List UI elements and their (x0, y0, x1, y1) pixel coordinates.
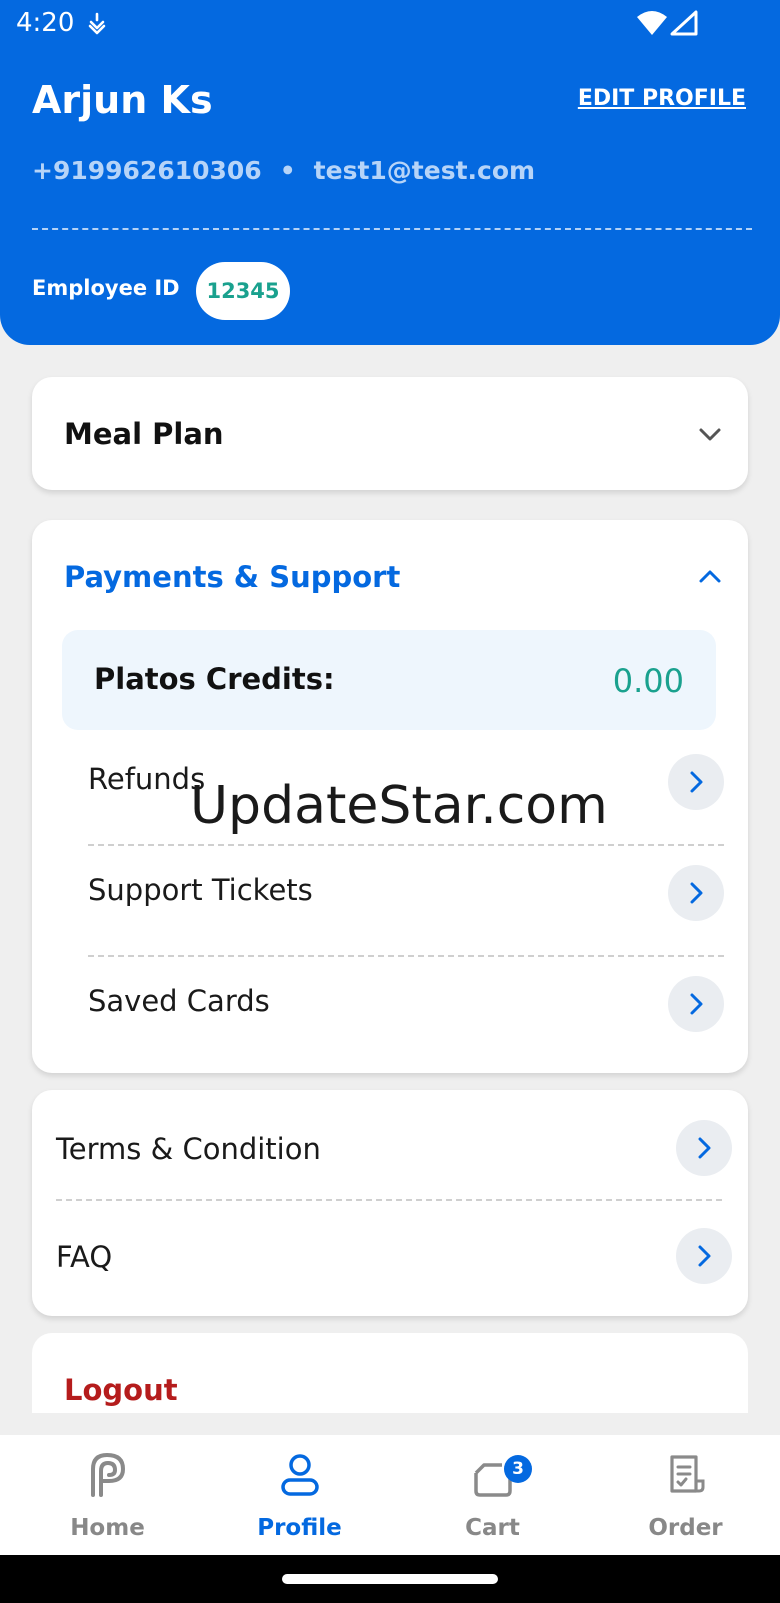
signal-icon (670, 10, 698, 36)
user-name: Arjun Ks (32, 78, 213, 122)
meal-plan-title: Meal Plan (64, 417, 224, 451)
meal-plan-card[interactable]: Meal Plan (32, 377, 748, 490)
list-item-label: Saved Cards (88, 984, 270, 1018)
row-divider (88, 844, 724, 846)
watermark: UpdateStar.com (190, 776, 608, 836)
nav-order[interactable]: Order (588, 1435, 780, 1555)
list-item-label: FAQ (56, 1240, 113, 1274)
list-item-saved-cards[interactable]: Saved Cards (88, 964, 724, 1074)
status-time: 4:20 (16, 8, 75, 38)
list-item-faq[interactable]: FAQ (56, 1208, 732, 1318)
wifi-icon (636, 10, 668, 36)
chevron-right-icon[interactable] (668, 865, 724, 921)
home-logo-icon (85, 1451, 131, 1497)
contact-info: +919962610306 • test1@test.com (32, 156, 535, 185)
chevron-right-icon[interactable] (668, 754, 724, 810)
system-navigation-bar (0, 1555, 780, 1603)
phone-number: +919962610306 (32, 156, 262, 185)
cart-count-badge: 3 (504, 1455, 532, 1483)
separator-dot: • (279, 156, 296, 185)
nav-label: Order (648, 1515, 723, 1541)
user-icon (277, 1451, 323, 1497)
list-item-label: Refunds (88, 762, 206, 796)
platos-credits-box: Platos Credits: 0.00 (62, 630, 716, 730)
row-divider (88, 955, 724, 957)
credits-label: Platos Credits: (94, 662, 335, 696)
row-divider (56, 1199, 722, 1201)
employee-id-label: Employee ID (32, 276, 180, 300)
nav-home[interactable]: Home (10, 1435, 205, 1555)
nav-label: Profile (257, 1515, 342, 1541)
home-gesture-handle[interactable] (282, 1574, 498, 1584)
profile-header: 4:20 Arjun Ks EDIT PROFILE +919962610306… (0, 0, 780, 345)
nav-label: Home (70, 1515, 145, 1541)
chevron-right-icon[interactable] (676, 1120, 732, 1176)
payments-support-title[interactable]: Payments & Support (64, 560, 400, 594)
misc-links-card: Terms & Condition FAQ (32, 1090, 748, 1316)
nav-cart[interactable]: 3 Cart (395, 1435, 590, 1555)
nav-label: Cart (465, 1515, 520, 1541)
edit-profile-link[interactable]: EDIT PROFILE (578, 86, 746, 111)
email-address: test1@test.com (313, 156, 536, 185)
credits-value: 0.00 (612, 662, 684, 700)
order-receipt-icon (663, 1451, 709, 1497)
notification-icon (86, 12, 108, 36)
employee-id-badge: 12345 (196, 262, 290, 320)
list-item-label: Terms & Condition (56, 1132, 321, 1166)
chevron-right-icon[interactable] (676, 1228, 732, 1284)
list-item-terms[interactable]: Terms & Condition (56, 1100, 732, 1210)
chevron-down-icon[interactable] (696, 421, 724, 449)
chevron-right-icon[interactable] (668, 976, 724, 1032)
list-item-support-tickets[interactable]: Support Tickets (88, 853, 724, 963)
nav-profile[interactable]: Profile (202, 1435, 397, 1555)
logout-card[interactable]: Logout (32, 1333, 748, 1413)
list-item-label: Support Tickets (88, 873, 313, 907)
status-bar: 4:20 (0, 0, 780, 50)
logout-button[interactable]: Logout (64, 1373, 178, 1407)
bottom-nav: Home Profile 3 Cart Order (0, 1435, 780, 1555)
header-divider (32, 228, 752, 230)
chevron-up-icon[interactable] (696, 562, 724, 590)
